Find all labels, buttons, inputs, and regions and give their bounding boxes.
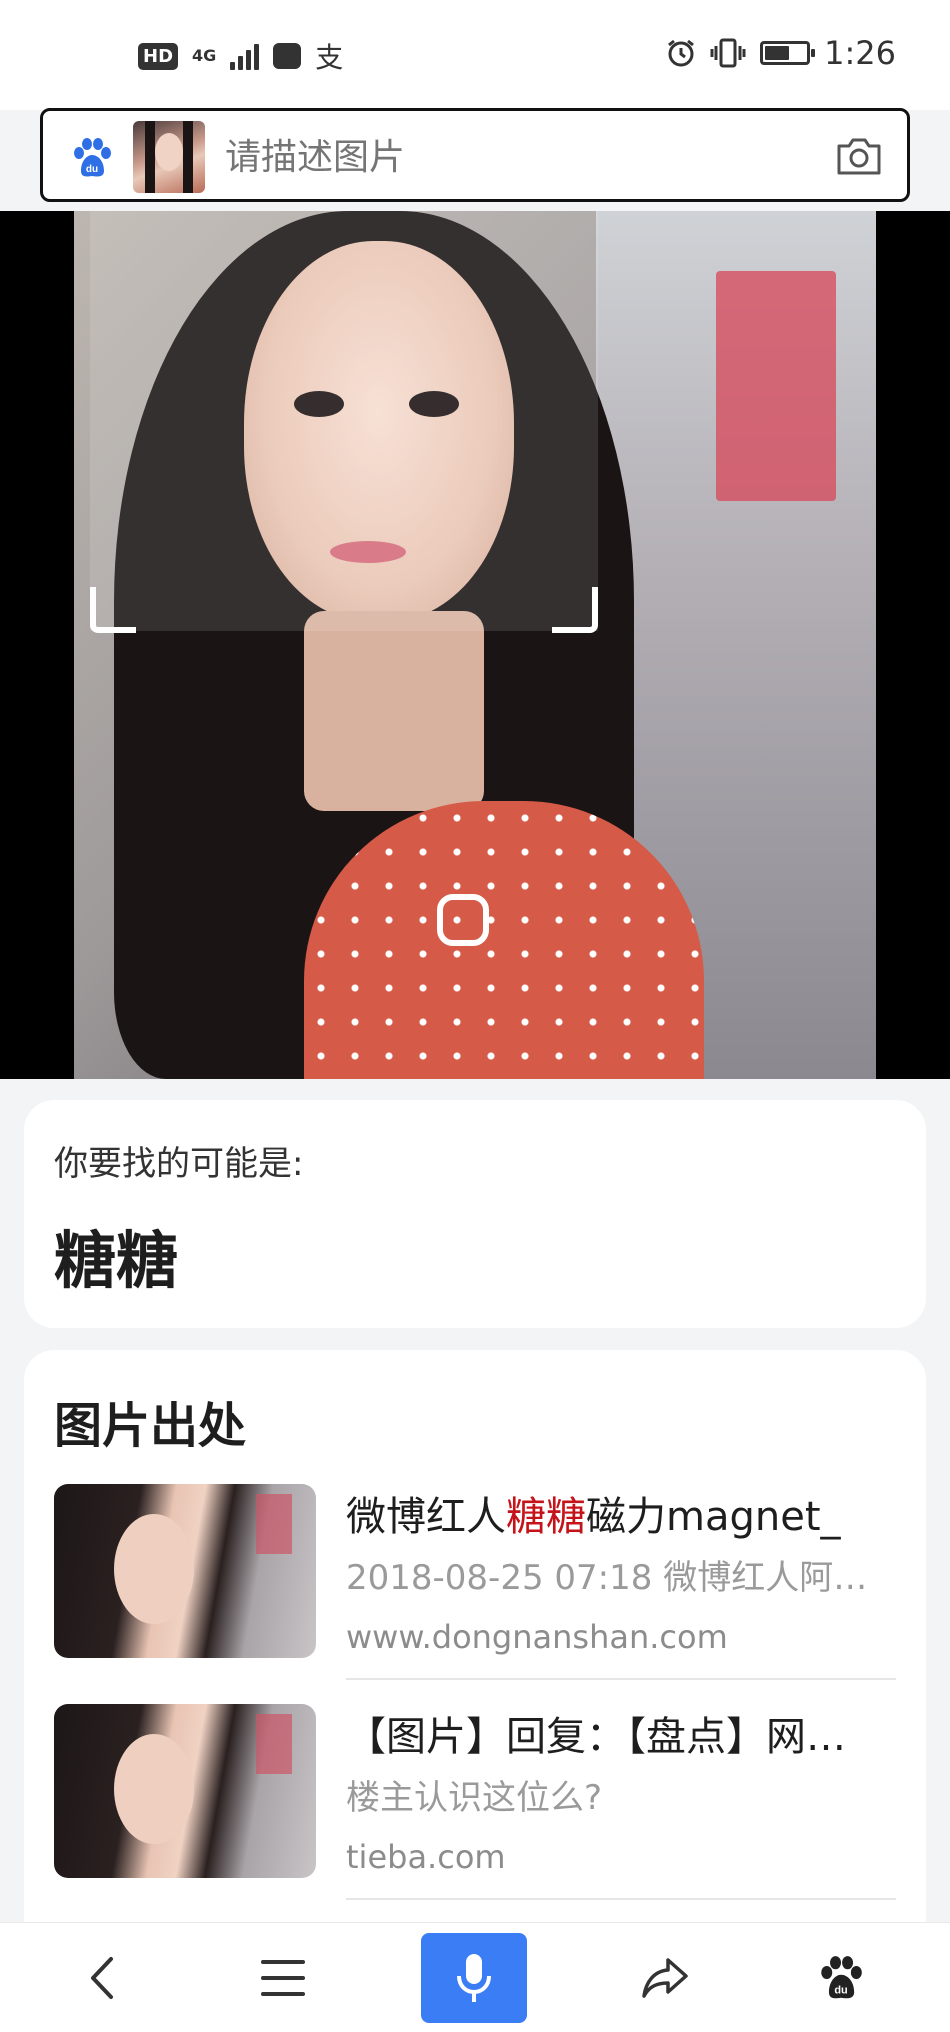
clock-time: 1:26 — [824, 34, 896, 72]
result-description: 2018-08-25 07:18 微博红人阿糖… — [346, 1558, 896, 1598]
vibrate-icon — [710, 38, 746, 68]
result-description: 楼主认识这位么? — [346, 1778, 603, 1818]
status-right: 1:26 — [666, 34, 896, 72]
result-divider — [346, 1898, 896, 1900]
result-divider — [346, 1678, 896, 1680]
region-select-marker[interactable] — [437, 894, 489, 946]
microphone-icon — [457, 1954, 491, 2002]
huawei-app-icon — [273, 43, 302, 69]
source-result-1[interactable]: 微博红人糖糖磁力magnet_ 2018-08-25 07:18 微博红人阿糖…… — [54, 1484, 896, 1674]
guess-label: 你要找的可能是: — [54, 1144, 304, 1184]
crop-selection-box[interactable] — [90, 211, 598, 631]
source-title: 图片出处 — [54, 1398, 247, 1454]
image-viewer — [0, 211, 950, 1079]
result-title[interactable]: 微博红人糖糖磁力magnet_ — [346, 1484, 896, 1542]
share-icon — [642, 1958, 688, 1998]
network-type: 4G — [192, 46, 217, 65]
svg-text:du: du — [834, 1984, 847, 1996]
result-url[interactable]: www.dongnanshan.com — [346, 1618, 728, 1656]
baidu-paw-icon[interactable]: du — [71, 137, 113, 179]
signal-icon — [230, 42, 260, 70]
source-result-2[interactable]: 【图片】回复：【盘点】网… 楼主认识这位么? tieba.com — [54, 1704, 896, 1894]
back-button[interactable] — [48, 1923, 158, 2032]
baidu-paw-icon: du — [821, 1956, 862, 1999]
share-button[interactable] — [610, 1923, 720, 2032]
home-button[interactable]: du — [786, 1923, 896, 2032]
photo-banner — [716, 271, 836, 501]
alipay-icon: 支 — [315, 41, 344, 74]
voice-search-button[interactable] — [421, 1933, 527, 2023]
result-title[interactable]: 【图片】回复：【盘点】网… — [346, 1704, 896, 1762]
crop-handle-bottom-left[interactable] — [90, 587, 136, 633]
camera-icon[interactable] — [835, 135, 883, 177]
result-thumbnail[interactable] — [54, 1484, 316, 1658]
guess-name[interactable]: 糖糖 — [54, 1210, 178, 1300]
menu-button[interactable] — [228, 1923, 338, 2032]
crop-handle-bottom-right[interactable] — [552, 587, 598, 633]
guess-card: 你要找的可能是: 糖糖 — [24, 1100, 926, 1328]
search-bar[interactable]: du — [40, 108, 910, 202]
photo-neck — [304, 611, 484, 811]
status-bar: HD 4G 支 1:26 — [0, 0, 950, 110]
menu-icon — [261, 1960, 305, 1996]
status-left: HD 4G 支 — [138, 36, 343, 76]
alarm-icon — [668, 39, 695, 67]
search-input[interactable] — [225, 133, 785, 181]
result-url[interactable]: tieba.com — [346, 1838, 506, 1876]
hd-badge: HD — [138, 42, 179, 70]
bottom-navigation: du — [0, 1922, 950, 2032]
svg-text:du: du — [86, 164, 98, 175]
chevron-left-icon — [91, 1957, 113, 1999]
battery-icon — [760, 41, 816, 65]
query-image-thumbnail[interactable] — [133, 121, 205, 193]
result-thumbnail[interactable] — [54, 1704, 316, 1878]
